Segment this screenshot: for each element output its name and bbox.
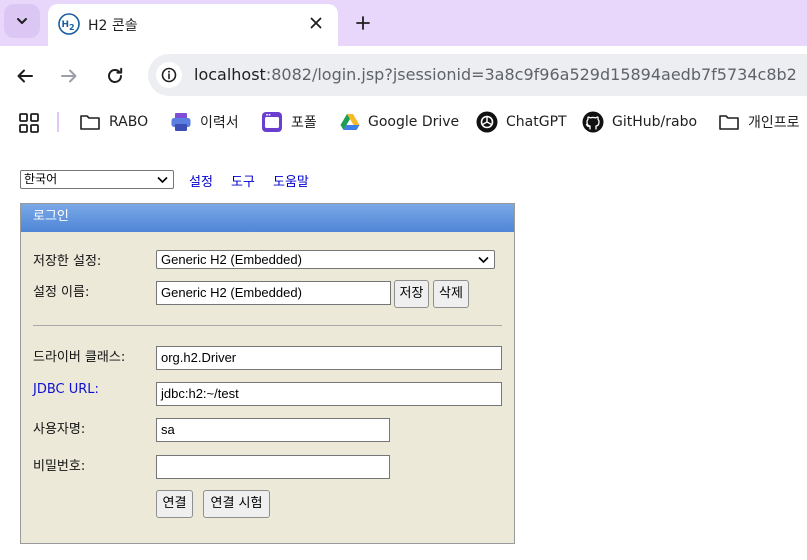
bookmark-label: GitHub/rabo xyxy=(612,114,698,130)
new-tab-button[interactable] xyxy=(350,10,376,36)
bookmark-portfolio[interactable]: 포폴 xyxy=(261,108,317,136)
username-label: 사용자명: xyxy=(33,422,86,437)
folder-icon xyxy=(719,115,739,130)
saved-settings-value: Generic H2 (Embedded) xyxy=(161,252,302,267)
folder-icon xyxy=(80,115,100,130)
setting-name-label: 설정 이름: xyxy=(33,285,90,300)
jdbc-url-label[interactable]: JDBC URL: xyxy=(33,382,99,397)
bookmarks-bar: RABO 이력서 포폴 Google Drive ChatGPT GitHub/… xyxy=(0,104,807,140)
google-drive-icon xyxy=(340,114,360,130)
printer-icon xyxy=(171,113,191,131)
chevron-down-icon xyxy=(17,18,27,24)
back-button[interactable] xyxy=(10,61,40,91)
bookmark-google-drive[interactable]: Google Drive xyxy=(340,108,459,136)
github-icon xyxy=(582,111,604,133)
driver-class-input[interactable]: org.h2.Driver xyxy=(156,346,502,370)
language-select[interactable]: 한국어 xyxy=(20,170,174,189)
bookmark-resume[interactable]: 이력서 xyxy=(170,108,239,136)
app-window-icon xyxy=(262,112,282,132)
chatgpt-icon xyxy=(476,111,498,133)
arrow-left-icon xyxy=(17,69,33,83)
help-link[interactable]: 도움말 xyxy=(273,171,309,190)
test-connection-button[interactable]: 연결 시험 xyxy=(203,490,270,518)
site-info-button[interactable] xyxy=(156,62,182,88)
plus-icon xyxy=(356,16,370,30)
bookmark-label: 포폴 xyxy=(291,115,317,131)
login-panel: 로그인 저장한 설정: Generic H2 (Embedded) 설정 이름:… xyxy=(20,203,515,544)
divider xyxy=(33,325,502,326)
chevron-down-icon xyxy=(478,256,489,264)
page-content: 한국어 설정 도구 도움말 로그인 저장한 설정: Generic H2 (Em… xyxy=(0,140,807,560)
bookmark-separator xyxy=(57,112,59,132)
url-text: localhost:8082/login.jsp?jsessionid=3a8c… xyxy=(194,65,797,84)
bookmark-rabo[interactable]: RABO xyxy=(79,108,148,136)
chevron-down-icon xyxy=(157,176,168,184)
reload-button[interactable] xyxy=(100,61,130,91)
reload-icon xyxy=(108,67,123,83)
bookmark-label: Google Drive xyxy=(368,114,460,130)
save-button[interactable]: 저장 xyxy=(394,280,429,308)
tab-search-button[interactable] xyxy=(4,4,40,38)
h2-logo-icon: H 2 xyxy=(58,13,80,35)
apps-grid-icon[interactable] xyxy=(18,112,40,134)
delete-button[interactable]: 삭제 xyxy=(433,280,469,308)
saved-settings-label: 저장한 설정: xyxy=(33,254,102,269)
saved-settings-select[interactable]: Generic H2 (Embedded) xyxy=(156,250,495,269)
tab-title: H2 콘솔 xyxy=(88,18,138,34)
info-icon xyxy=(161,67,177,83)
settings-link[interactable]: 설정 xyxy=(189,171,213,190)
svg-text:H: H xyxy=(62,20,70,30)
bookmark-label: ChatGPT xyxy=(506,114,567,130)
active-tab[interactable]: H 2 H2 콘솔 xyxy=(48,4,338,46)
password-input[interactable] xyxy=(156,455,390,479)
jdbc-url-input[interactable]: jdbc:h2:~/test xyxy=(156,382,502,406)
browser-toolbar: localhost:8082/login.jsp?jsessionid=3a8c… xyxy=(0,46,807,104)
bookmark-github[interactable]: GitHub/rabo xyxy=(582,108,697,136)
tab-strip: H 2 H2 콘솔 xyxy=(0,0,807,46)
bookmark-label: RABO xyxy=(109,114,149,130)
connect-button[interactable]: 연결 xyxy=(156,490,193,518)
login-header: 로그인 xyxy=(21,204,514,232)
bookmark-label: 개인프로 xyxy=(748,115,800,131)
address-bar[interactable]: localhost:8082/login.jsp?jsessionid=3a8c… xyxy=(148,54,807,96)
driver-class-label: 드라이버 클래스: xyxy=(33,350,126,365)
language-select-value: 한국어 xyxy=(24,172,58,186)
tools-link[interactable]: 도구 xyxy=(231,171,255,190)
svg-text:2: 2 xyxy=(69,23,75,32)
close-icon xyxy=(310,17,322,29)
bookmark-personal-projects[interactable]: 개인프로 xyxy=(718,108,800,136)
url-path: :8082/login.jsp?jsessionid=3a8c9f96a529d… xyxy=(265,65,797,84)
bookmark-label: 이력서 xyxy=(200,115,239,131)
url-host: localhost xyxy=(194,65,266,84)
bookmark-chatgpt[interactable]: ChatGPT xyxy=(476,108,567,136)
password-label: 비밀번호: xyxy=(33,459,86,474)
tab-close-button[interactable] xyxy=(306,13,326,33)
forward-button[interactable] xyxy=(54,61,84,91)
arrow-right-icon xyxy=(61,69,77,83)
setting-name-input[interactable]: Generic H2 (Embedded) xyxy=(156,281,391,305)
username-input[interactable]: sa xyxy=(156,418,390,442)
